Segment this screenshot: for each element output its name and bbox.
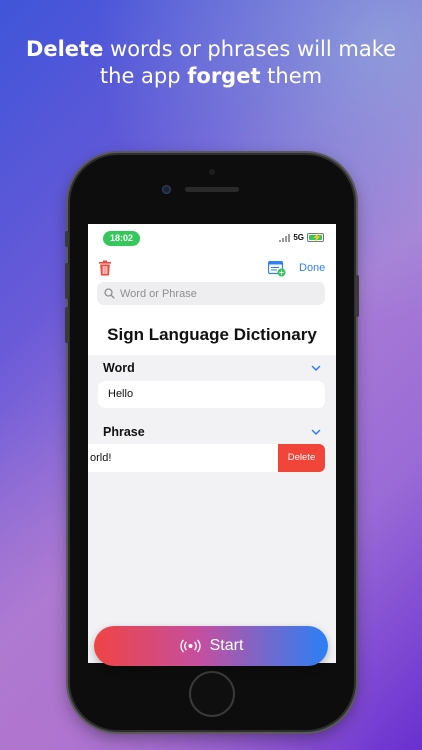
battery-icon: ⚡ (307, 233, 324, 242)
home-button (189, 671, 235, 717)
network-label: 5G (293, 233, 304, 242)
list-item-word[interactable]: Hello (98, 381, 325, 408)
headline-line1: words or phrases will make (103, 37, 397, 61)
section-title-phrase: Phrase (103, 425, 145, 439)
chevron-down-icon[interactable] (311, 429, 321, 435)
status-indicators: 5G ⚡ (279, 233, 324, 242)
promo-headline: Delete words or phrases will make the ap… (0, 36, 422, 90)
status-time: 18:02 (103, 231, 140, 246)
app-screen: 18:02 5G ⚡ Done Word or Phrase Sign Lang… (88, 224, 336, 663)
broadcast-icon (179, 639, 201, 653)
front-camera (162, 185, 171, 194)
volume-down-button (65, 307, 69, 343)
headline-bold-delete: Delete (25, 37, 104, 61)
start-label: Start (209, 637, 244, 654)
start-button[interactable]: Start (94, 626, 328, 666)
section-header-word[interactable]: Word (103, 361, 321, 375)
list-item-phrase-swiped[interactable]: orld! Delete (88, 444, 325, 472)
search-bar[interactable] (97, 282, 325, 305)
chevron-down-icon[interactable] (311, 365, 321, 371)
signal-icon (279, 233, 291, 242)
section-title-word: Word (103, 361, 135, 375)
power-button (355, 275, 359, 317)
list-item-phrase[interactable]: orld! (88, 444, 278, 472)
volume-up-button (65, 263, 69, 299)
catalog-add-icon[interactable] (268, 261, 286, 277)
trash-icon[interactable] (98, 260, 112, 276)
earpiece-speaker (185, 187, 239, 192)
search-input[interactable] (120, 287, 310, 300)
mute-switch (65, 231, 69, 247)
search-icon (104, 288, 115, 299)
delete-button[interactable]: Delete (278, 444, 325, 472)
page-title: Sign Language Dictionary (107, 325, 317, 344)
headline-bold-forget: forget (187, 64, 261, 88)
section-header-phrase[interactable]: Phrase (103, 425, 321, 439)
done-button[interactable]: Done (299, 262, 325, 274)
headline-line2-start: the app (99, 64, 188, 88)
headline-line2-end: them (260, 64, 323, 88)
sensor (209, 169, 215, 175)
